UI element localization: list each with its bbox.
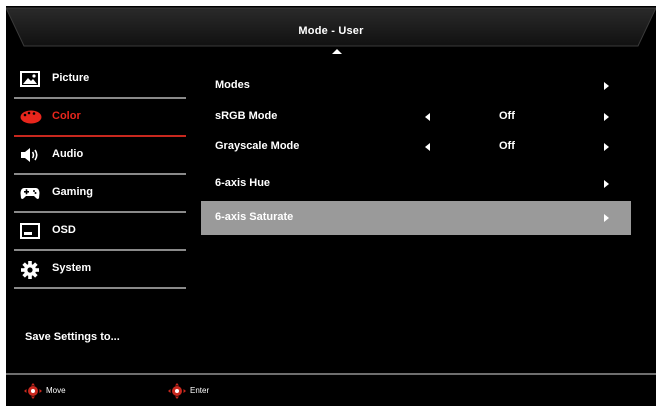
setting-label: Grayscale Mode (215, 140, 300, 152)
setting-label: sRGB Mode (215, 110, 278, 122)
chevron-left-icon[interactable] (425, 143, 430, 151)
sidebar-item-label: OSD (52, 224, 76, 236)
settings-panel: Modes sRGB Mode Off Grayscale Mode Off 6… (201, 63, 631, 243)
sidebar-item-label: Color (52, 110, 81, 122)
sidebar-item-picture[interactable]: Picture (14, 63, 186, 99)
sidebar-item-system[interactable]: System (14, 253, 186, 289)
header: Mode - User (6, 6, 656, 54)
sidebar-item-label: System (52, 262, 92, 274)
setting-label: 6-axis Hue (215, 177, 271, 189)
divider (14, 173, 186, 175)
sidebar-item-label: Picture (52, 72, 90, 84)
chevron-right-icon[interactable] (604, 214, 609, 222)
sidebar-item-gaming[interactable]: Gaming (14, 177, 186, 213)
divider (14, 211, 186, 213)
divider (6, 373, 656, 375)
sidebar-item-osd[interactable]: OSD (14, 215, 186, 251)
divider (14, 97, 186, 99)
picture-icon (20, 71, 40, 87)
divider (14, 249, 186, 251)
chevron-right-icon[interactable] (604, 143, 609, 151)
setting-row-grayscale-mode[interactable]: Grayscale Mode Off (201, 130, 631, 164)
chevron-left-icon[interactable] (425, 113, 430, 121)
save-settings-button[interactable]: Save Settings to... (25, 331, 120, 343)
move-label: Move (46, 386, 66, 395)
setting-row-6-axis-hue[interactable]: 6-axis Hue (201, 167, 631, 201)
speaker-icon (20, 147, 40, 163)
chevron-right-icon[interactable] (604, 180, 609, 188)
setting-label: Modes (215, 79, 250, 91)
page-title: Mode - User (298, 25, 364, 37)
scroll-up-icon[interactable] (332, 49, 342, 54)
setting-row-srgb-mode[interactable]: sRGB Mode Off (201, 100, 631, 134)
sidebar-item-label: Audio (52, 148, 84, 160)
sidebar-item-color[interactable]: Color (14, 101, 186, 137)
enter-label: Enter (190, 386, 210, 395)
gamepad-icon (20, 185, 40, 201)
setting-value: Off (499, 140, 515, 152)
setting-row-6-axis-saturate[interactable]: 6-axis Saturate (201, 201, 631, 235)
osd-menu: Mode - User Picture Color Audio Gaming O… (6, 6, 656, 406)
setting-row-modes[interactable]: Modes (201, 69, 631, 103)
gear-icon (20, 261, 40, 279)
footer: Move Enter (6, 373, 656, 406)
sidebar-item-label: Gaming (52, 186, 93, 198)
setting-value: Off (499, 110, 515, 122)
chevron-right-icon[interactable] (604, 82, 609, 90)
sidebar: Picture Color Audio Gaming OSD System (6, 63, 192, 363)
setting-label: 6-axis Saturate (215, 211, 294, 223)
dpad-move-icon (24, 383, 42, 399)
osd-icon (20, 223, 40, 239)
divider (14, 135, 186, 137)
divider (14, 287, 186, 289)
dpad-enter-icon (168, 383, 186, 399)
chevron-right-icon[interactable] (604, 113, 609, 121)
color-palette-icon (20, 109, 42, 125)
sidebar-item-audio[interactable]: Audio (14, 139, 186, 175)
